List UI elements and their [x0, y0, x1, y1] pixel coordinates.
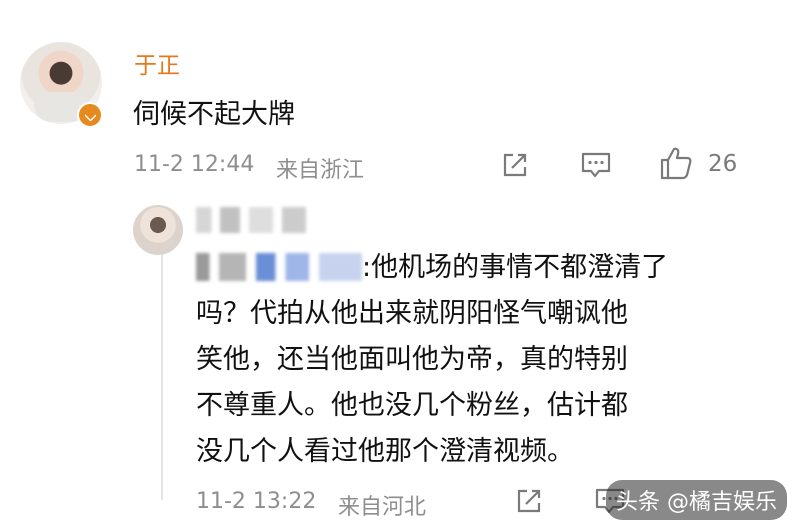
reply-line-4: 不尊重人。他也没几个粉丝，估计都 [196, 390, 628, 421]
comment-date: 11-2 12:44 [134, 152, 255, 177]
reply-text: :他机场的事情不都澄清了 吗？代拍从他出来就阴阳怪气嘲讽他 笑他，还当他面叫他为… [196, 245, 756, 475]
share-icon[interactable] [498, 148, 532, 182]
comment-text: 伺候不起大牌 [133, 99, 295, 130]
verified-badge-icon [77, 102, 103, 128]
mention-blurred [196, 253, 362, 281]
reply-line-1: :他机场的事情不都澄清了 [196, 245, 756, 291]
reply-avatar[interactable] [133, 205, 183, 255]
watermark: 头条 @橘吉娱乐 [606, 480, 787, 520]
reply-line-2: 吗？代拍从他出来就阴阳怪气嘲讽他 [196, 298, 628, 329]
reply-username-blurred [196, 207, 306, 233]
reply-line-3: 笑他，还当他面叫他为帝，真的特别 [196, 344, 628, 375]
reply-location: 来自河北 [338, 495, 427, 520]
reply-line-5: 没几个人看过他那个澄清视频。 [196, 436, 574, 467]
thumbs-up-icon[interactable] [658, 144, 694, 182]
thread-line [161, 250, 163, 500]
like-count: 26 [708, 151, 738, 177]
reply-date: 11-2 13:22 [196, 489, 317, 514]
reply-share-icon[interactable] [512, 484, 546, 518]
comment-icon[interactable] [578, 148, 614, 182]
comment-username[interactable]: 于正 [134, 46, 180, 80]
comment-location: 来自浙江 [276, 158, 365, 183]
